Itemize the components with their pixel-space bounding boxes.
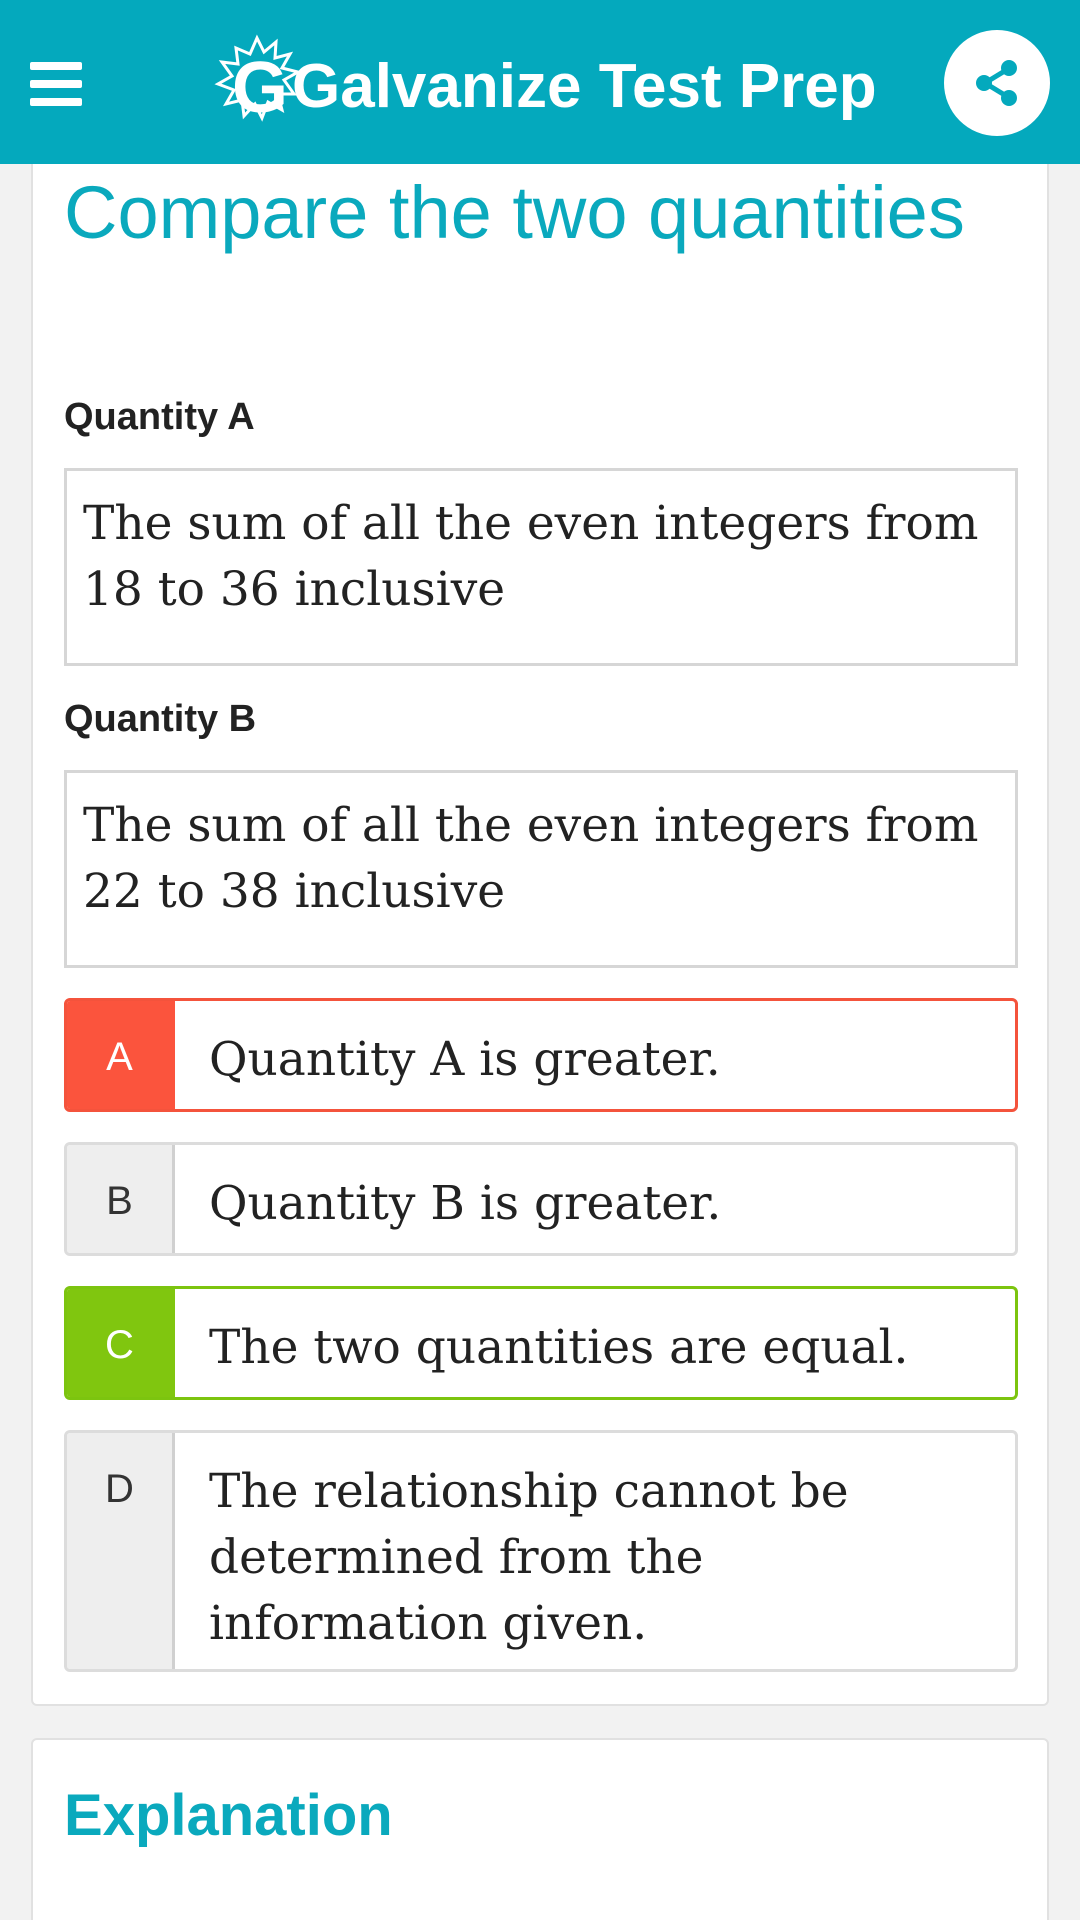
brand-logo-link[interactable]: G Galvanize Test Prep (212, 22, 877, 142)
quantity-b-box: The sum of all the even integers from 22… (64, 770, 1018, 968)
brand-name: Galvanize Test Prep (292, 51, 877, 121)
share-button[interactable] (944, 30, 1050, 136)
answer-option-a[interactable]: A Quantity A is greater. (64, 998, 1018, 1112)
menu-bar (30, 80, 82, 88)
quantity-a-box: The sum of all the even integers from 18… (64, 468, 1018, 666)
app-header: G Galvanize Test Prep (0, 0, 1080, 164)
quantity-a-label: Quantity A (64, 396, 255, 438)
option-letter: C (67, 1289, 175, 1397)
answer-option-d[interactable]: D The relationship cannot be determined … (64, 1430, 1018, 1672)
explanation-card: Explanation (31, 1738, 1049, 1920)
option-text: Quantity A is greater. (209, 1032, 721, 1087)
svg-text:G: G (232, 48, 288, 128)
hamburger-menu-icon[interactable] (30, 62, 86, 106)
answer-option-b[interactable]: B Quantity B is greater. (64, 1142, 1018, 1256)
option-letter: D (67, 1433, 175, 1669)
question-card: Compare the two quantities Quantity A Th… (31, 110, 1049, 1706)
menu-bar (30, 62, 82, 70)
option-text: The relationship cannot be determined fr… (209, 1464, 849, 1651)
question-title: Compare the two quantities (64, 171, 965, 254)
galvanize-sun-logo-icon: G (212, 32, 302, 132)
menu-bar (30, 98, 82, 106)
share-icon (976, 60, 1017, 106)
answer-option-c[interactable]: C The two quantities are equal. (64, 1286, 1018, 1400)
explanation-title: Explanation (64, 1783, 393, 1848)
option-letter: B (67, 1145, 175, 1253)
option-letter: A (67, 1001, 175, 1109)
quantity-b-label: Quantity B (64, 698, 257, 740)
option-text: Quantity B is greater. (209, 1176, 722, 1231)
option-text: The two quantities are equal. (209, 1320, 909, 1375)
